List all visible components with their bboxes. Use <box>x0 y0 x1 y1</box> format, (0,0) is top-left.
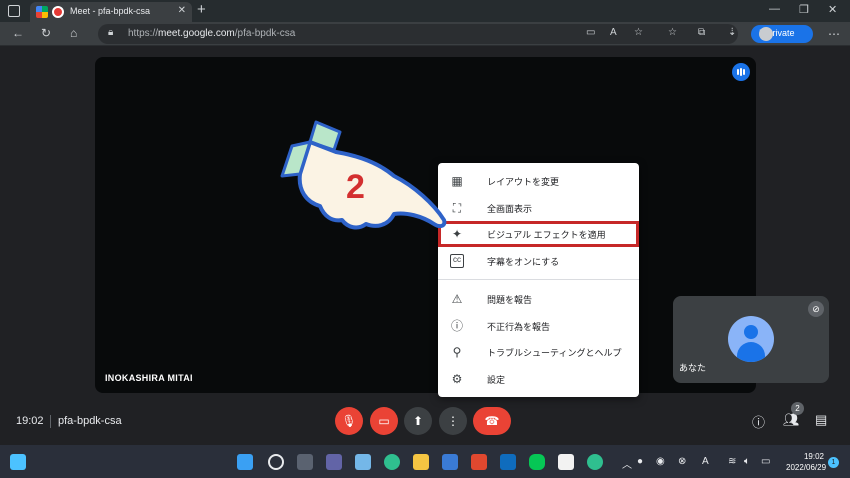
downloads-icon[interactable]: ⇣ <box>728 27 736 38</box>
meet-favicon-icon <box>36 6 48 18</box>
search-icon[interactable] <box>268 454 284 470</box>
widgets-icon[interactable] <box>10 454 26 470</box>
audio-indicator-icon <box>732 63 750 81</box>
edge-icon[interactable] <box>384 454 400 470</box>
meeting-time: 19:02 <box>16 415 44 427</box>
new-tab-icon[interactable]: + <box>197 1 206 18</box>
minimize-icon[interactable]: — <box>769 3 780 15</box>
url-host: meet.google.com <box>158 28 235 39</box>
mic-off-icon: ⊘ <box>808 301 824 317</box>
menu-item-change-layout[interactable]: ▦ レイアウトを変更 <box>438 168 639 194</box>
troubleshoot-icon: ⚲ <box>452 345 462 359</box>
step-number: 2 <box>346 168 365 206</box>
favorites-icon[interactable]: ☆ <box>668 27 677 38</box>
self-avatar <box>728 316 774 362</box>
url-prefix: https:// <box>128 28 159 39</box>
task-view-icon[interactable] <box>297 454 313 470</box>
recording-icon <box>52 6 64 18</box>
self-label: あなた <box>679 363 707 373</box>
system-date: 2022/06/29 <box>786 463 827 472</box>
home-icon[interactable]: ⌂ <box>70 26 77 40</box>
mic-off-icon: 🎙︎ <box>341 414 357 428</box>
browser-tab[interactable]: Meet - pfa-bpdk-csa ✕ <box>30 2 192 22</box>
inprivate-badge[interactable]: InPrivate <box>751 25 813 43</box>
teams-icon[interactable] <box>326 454 342 470</box>
chat-icon[interactable]: ▤ <box>815 412 827 428</box>
collections-icon[interactable]: ⧉ <box>698 27 705 38</box>
menu-item-fullscreen[interactable]: ⛶ 全画面表示 <box>438 195 639 221</box>
notification-badge[interactable]: 1 <box>828 457 839 468</box>
edge-beta-icon[interactable] <box>587 454 603 470</box>
menu-separator <box>438 279 639 280</box>
layout-icon: ▦ <box>451 174 463 188</box>
captions-icon: cc <box>450 254 464 268</box>
app-tray-icon[interactable]: ⊗ <box>678 456 686 467</box>
favorite-add-icon[interactable]: ☆ <box>634 27 643 38</box>
meet-controls-bar: 19:02 pfa-bpdk-csa 🎙︎ ▭ ⬆ ⋮ ☎︎ ⓘ 👥︎ ▤ <box>0 402 850 442</box>
toggle-camera-button[interactable]: ▭ <box>370 407 398 435</box>
browser-tab-bar: Meet - pfa-bpdk-csa ✕ + — ❐ ✕ <box>0 0 850 22</box>
tab-title: Meet - pfa-bpdk-csa <box>70 6 151 16</box>
leave-call-button[interactable]: ☎︎ <box>473 407 511 435</box>
participants-count-badge: 2 <box>791 402 804 415</box>
fullscreen-icon: ⛶ <box>452 201 462 215</box>
more-options-button[interactable]: ⋮ <box>439 407 467 435</box>
wifi-icon[interactable]: ≋ <box>728 456 736 467</box>
sparkle-icon: ✦ <box>451 227 463 241</box>
system-clock[interactable]: 19:02 2022/06/29 <box>786 451 827 473</box>
menu-item-visual-effects[interactable]: ✦ ビジュアル エフェクトを適用 <box>438 221 639 247</box>
menu-item-captions[interactable]: cc 字幕をオンにする <box>438 248 639 274</box>
phone-hangup-icon: ☎︎ <box>484 414 500 428</box>
read-aloud-icon[interactable]: A <box>610 27 617 38</box>
refresh-icon[interactable]: ↻ <box>41 26 51 40</box>
show-hidden-icons[interactable]: ︿ <box>622 456 632 471</box>
more-options-menu: ▦ レイアウトを変更 ⛶ 全画面表示 ✦ ビジュアル エフェクトを適用 cc 字… <box>438 163 639 397</box>
photos-icon[interactable] <box>355 454 371 470</box>
present-icon: ⬆ <box>412 414 424 428</box>
font-tray-icon[interactable]: A <box>702 456 709 467</box>
start-icon[interactable] <box>237 454 253 470</box>
participant-name: INOKASHIRA MITAI <box>105 373 193 383</box>
outlook-icon[interactable] <box>500 454 516 470</box>
menu-item-troubleshooting[interactable]: ⚲ トラブルシューティングとヘルプ <box>438 339 639 365</box>
camera-site-icon[interactable]: ▭ <box>586 27 595 38</box>
meeting-code: pfa-bpdk-csa <box>58 415 122 427</box>
back-icon[interactable]: ← <box>12 26 24 40</box>
tab-actions-icon[interactable] <box>8 5 20 17</box>
settings-icon: ⚙ <box>451 372 463 386</box>
menu-item-report-problem[interactable]: ⚠ 問題を報告 <box>438 286 639 312</box>
volume-icon[interactable]: 🔈︎ <box>744 456 750 467</box>
restore-icon[interactable]: ❐ <box>799 3 809 16</box>
character-app-icon[interactable] <box>558 454 574 470</box>
address-bar-row: ← ↻ ⌂ 🔒︎ https://meet.google.com/pfa-bpd… <box>0 22 850 46</box>
windows-taskbar: ︿ ● ◉ ⊗ A ≋ 🔈︎ ▭ 19:02 2022/06/29 1 <box>0 445 850 478</box>
present-screen-button[interactable]: ⬆ <box>404 407 432 435</box>
browser-menu-icon[interactable]: ⋯ <box>828 27 840 41</box>
report-abuse-icon: ⓘ <box>450 319 463 333</box>
system-time: 19:02 <box>803 452 824 461</box>
battery-icon[interactable]: ▭ <box>761 456 770 467</box>
menu-item-report-abuse[interactable]: ⓘ 不正行為を報告 <box>438 313 639 339</box>
toggle-mic-button[interactable]: 🎙︎ <box>335 407 363 435</box>
divider <box>50 415 51 428</box>
close-tab-icon[interactable]: ✕ <box>178 5 186 16</box>
report-problem-icon: ⚠ <box>451 292 463 306</box>
lock-icon[interactable]: 🔒︎ <box>108 27 113 38</box>
security-tray-icon[interactable]: ◉ <box>656 456 665 467</box>
meeting-details-icon[interactable]: ⓘ <box>752 412 765 431</box>
menu-item-settings[interactable]: ⚙ 設定 <box>438 366 639 392</box>
mail-icon[interactable] <box>442 454 458 470</box>
office-icon[interactable] <box>471 454 487 470</box>
url-path: /pfa-bpdk-csa <box>234 28 296 39</box>
hand-shape <box>297 140 447 230</box>
close-window-icon[interactable]: ✕ <box>828 3 837 16</box>
more-vert-icon: ⋮ <box>447 414 459 428</box>
pointing-hand-annotation: 2 <box>280 120 447 230</box>
camera-off-icon: ▭ <box>378 414 390 428</box>
profile-avatar <box>759 27 773 41</box>
line-icon[interactable] <box>529 454 545 470</box>
line-tray-icon[interactable]: ● <box>637 456 643 467</box>
file-explorer-icon[interactable] <box>413 454 429 470</box>
self-video-tile[interactable]: ⊘ あなた <box>673 296 829 383</box>
